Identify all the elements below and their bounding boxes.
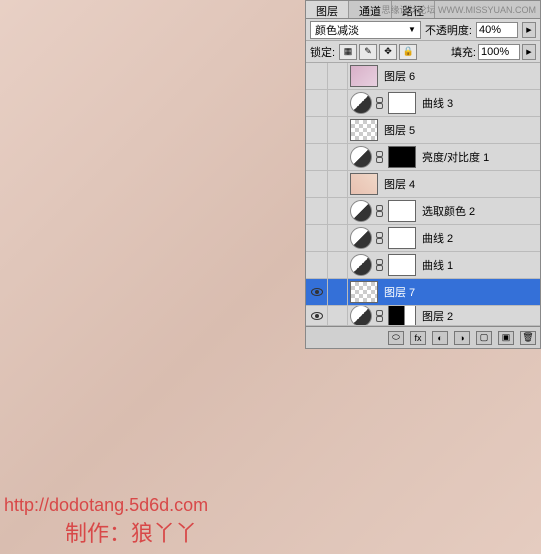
link-cell[interactable] <box>328 279 348 305</box>
visibility-toggle[interactable] <box>306 117 328 143</box>
mask-thumbnail[interactable] <box>388 200 416 222</box>
url-watermark: http://dodotang.5d6d.com <box>4 495 208 516</box>
link-cell[interactable] <box>328 252 348 278</box>
chain-icon <box>375 97 383 109</box>
lock-all-icon[interactable]: 🔒 <box>399 44 417 60</box>
layer-name[interactable]: 曲线 3 <box>422 95 453 111</box>
layer-thumbnail[interactable] <box>350 173 378 195</box>
layer-name[interactable]: 图层 4 <box>384 176 415 192</box>
mask-thumbnail[interactable] <box>388 227 416 249</box>
layer-row[interactable]: 图层 5 <box>306 117 540 144</box>
eye-icon <box>311 312 323 320</box>
mask-thumbnail[interactable] <box>388 92 416 114</box>
mask-thumbnail[interactable] <box>388 146 416 168</box>
adjustment-icon <box>350 146 372 168</box>
layer-row[interactable]: 曲线 1 <box>306 252 540 279</box>
layer-list: 图层 6 曲线 3 图层 5 亮度/对比度 1 <box>306 63 540 326</box>
layer-thumbnail[interactable] <box>350 65 378 87</box>
link-cell[interactable] <box>328 171 348 197</box>
chain-icon <box>375 310 383 322</box>
new-layer-icon[interactable]: ▣ <box>498 331 514 345</box>
link-layers-icon[interactable]: ⬭ <box>388 331 404 345</box>
lock-fill-bar: 锁定: ▦ ✎ ✥ 🔒 填充: ▶ <box>306 41 540 63</box>
visibility-toggle[interactable] <box>306 279 328 305</box>
mask-thumbnail[interactable] <box>388 254 416 276</box>
watermark-text: 思缘设计论坛 WWW.MISSYUAN.COM <box>382 3 537 16</box>
layer-row[interactable]: 曲线 2 <box>306 225 540 252</box>
chain-icon <box>375 259 383 271</box>
fill-label: 填充: <box>451 44 476 60</box>
layer-name[interactable]: 图层 7 <box>384 284 415 300</box>
lock-transparency-icon[interactable]: ▦ <box>339 44 357 60</box>
adjustment-icon <box>350 200 372 222</box>
chevron-down-icon: ▼ <box>408 25 416 34</box>
panel-tabs: 图层 通道 路径 思缘设计论坛 WWW.MISSYUAN.COM <box>306 1 540 19</box>
layer-name[interactable]: 图层 5 <box>384 122 415 138</box>
layers-panel: 图层 通道 路径 思缘设计论坛 WWW.MISSYUAN.COM 颜色减淡 ▼ … <box>305 0 541 349</box>
adjustment-icon <box>350 92 372 114</box>
adjustment-layer-icon[interactable]: ◑ <box>454 331 470 345</box>
adjustment-icon <box>350 306 372 326</box>
link-cell[interactable] <box>328 306 348 325</box>
link-cell[interactable] <box>328 198 348 224</box>
layer-name[interactable]: 选取颜色 2 <box>422 203 475 219</box>
tab-layers[interactable]: 图层 <box>306 1 349 18</box>
lock-position-icon[interactable]: ✥ <box>379 44 397 60</box>
link-cell[interactable] <box>328 144 348 170</box>
chain-icon <box>375 232 383 244</box>
blend-mode-select[interactable]: 颜色减淡 ▼ <box>310 21 421 39</box>
credit-watermark: 制作：狼丫丫 <box>65 516 197 548</box>
visibility-toggle[interactable] <box>306 225 328 251</box>
fill-arrow-icon[interactable]: ▶ <box>522 44 536 60</box>
blend-mode-value: 颜色减淡 <box>315 22 359 38</box>
lock-label: 锁定: <box>310 44 335 60</box>
layer-name[interactable]: 曲线 1 <box>422 257 453 273</box>
chain-icon <box>375 205 383 217</box>
opacity-input[interactable] <box>476 22 518 38</box>
layer-thumbnail[interactable] <box>350 119 378 141</box>
blend-opacity-bar: 颜色减淡 ▼ 不透明度: ▶ <box>306 19 540 41</box>
opacity-label: 不透明度: <box>425 22 472 38</box>
layer-name[interactable]: 图层 2 <box>422 308 453 324</box>
link-cell[interactable] <box>328 117 348 143</box>
lock-pixels-icon[interactable]: ✎ <box>359 44 377 60</box>
adjustment-icon <box>350 254 372 276</box>
mask-thumbnail[interactable] <box>388 306 416 326</box>
layer-mask-icon[interactable]: ◐ <box>432 331 448 345</box>
layer-row-selected[interactable]: 图层 7 <box>306 279 540 306</box>
layer-name[interactable]: 曲线 2 <box>422 230 453 246</box>
layer-row[interactable]: 图层 4 <box>306 171 540 198</box>
visibility-toggle[interactable] <box>306 63 328 89</box>
layer-thumbnail[interactable] <box>350 281 378 303</box>
visibility-toggle[interactable] <box>306 90 328 116</box>
layer-row[interactable]: 亮度/对比度 1 <box>306 144 540 171</box>
layer-style-icon[interactable]: fx <box>410 331 426 345</box>
eye-icon <box>311 288 323 296</box>
layer-row[interactable]: 曲线 3 <box>306 90 540 117</box>
folder-icon[interactable]: ▢ <box>476 331 492 345</box>
chain-icon <box>375 151 383 163</box>
link-cell[interactable] <box>328 90 348 116</box>
layer-name[interactable]: 亮度/对比度 1 <box>422 149 489 165</box>
trash-icon[interactable]: 🗑 <box>520 331 536 345</box>
panel-footer: ⬭ fx ◐ ◑ ▢ ▣ 🗑 <box>306 326 540 348</box>
visibility-toggle[interactable] <box>306 252 328 278</box>
layer-name[interactable]: 图层 6 <box>384 68 415 84</box>
fill-input[interactable] <box>478 44 520 60</box>
visibility-toggle[interactable] <box>306 171 328 197</box>
visibility-toggle[interactable] <box>306 198 328 224</box>
link-cell[interactable] <box>328 63 348 89</box>
adjustment-icon <box>350 227 372 249</box>
visibility-toggle[interactable] <box>306 306 328 325</box>
opacity-arrow-icon[interactable]: ▶ <box>522 22 536 38</box>
layer-row[interactable]: 图层 2 <box>306 306 540 326</box>
layer-row[interactable]: 选取颜色 2 <box>306 198 540 225</box>
visibility-toggle[interactable] <box>306 144 328 170</box>
link-cell[interactable] <box>328 225 348 251</box>
layer-row[interactable]: 图层 6 <box>306 63 540 90</box>
